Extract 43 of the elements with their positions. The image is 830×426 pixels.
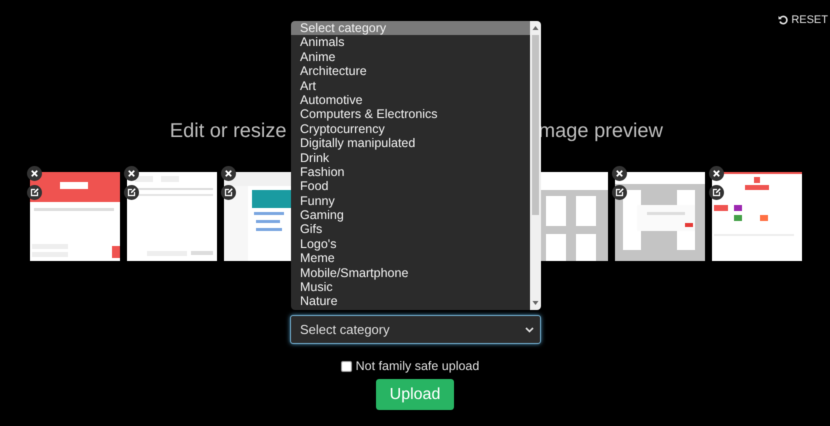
close-icon[interactable] — [221, 166, 236, 181]
edit-icon[interactable] — [221, 185, 236, 200]
category-option[interactable]: Anime — [291, 50, 530, 64]
category-option[interactable]: Nature — [291, 294, 530, 309]
scroll-down-icon[interactable] — [532, 300, 539, 306]
scrollbar-thumb[interactable] — [532, 35, 539, 215]
category-option[interactable]: Music — [291, 280, 530, 294]
category-option[interactable]: Meme — [291, 251, 530, 266]
category-option[interactable]: Funny — [291, 194, 530, 208]
edit-icon[interactable] — [709, 185, 724, 200]
category-option[interactable]: Animals — [291, 35, 530, 50]
category-option[interactable]: Fashion — [291, 164, 530, 180]
edit-icon[interactable] — [124, 185, 139, 200]
close-icon[interactable] — [27, 166, 42, 181]
edit-icon[interactable] — [27, 185, 42, 200]
category-option[interactable]: Automotive — [291, 92, 530, 108]
category-option[interactable]: Digitally manipulated — [291, 136, 530, 151]
category-option[interactable]: Mobile/Smartphone — [291, 266, 530, 280]
checkbox[interactable] — [340, 360, 352, 372]
category-option[interactable]: Drink — [291, 150, 530, 165]
chevron-icon — [525, 326, 534, 332]
close-icon[interactable] — [124, 166, 139, 181]
category-option[interactable]: Food — [291, 179, 530, 194]
category-option[interactable]: Gifs — [291, 222, 530, 237]
close-icon[interactable] — [709, 166, 724, 181]
heading-text: mage preview — [538, 119, 664, 143]
category-option[interactable]: Gaming — [291, 208, 530, 222]
category-listbox[interactable]: Select category Animals Anime Architecture Art Automotive Computers & Electronics Cryptocurrency Digitally manipulated Drink Fashion Food Funny Gaming Gifs Logo's Meme Mobile/Smartphone Music Nature — [291, 21, 541, 310]
close-icon[interactable] — [612, 166, 627, 181]
category-option[interactable]: Architecture — [291, 64, 530, 79]
scrollbar[interactable] — [530, 21, 541, 310]
category-option[interactable]: Cryptocurrency — [291, 122, 530, 136]
category-option[interactable]: Select category — [291, 21, 530, 36]
category-select[interactable]: Select category — [290, 315, 541, 344]
undo-icon — [778, 15, 788, 25]
category-option[interactable]: Art — [291, 78, 530, 93]
checkbox-label: Not family safe upload — [356, 359, 480, 373]
edit-icon[interactable] — [612, 185, 627, 200]
heading-text: Edit or resize — [168, 119, 286, 143]
category-option[interactable]: Computers & Electronics — [291, 107, 530, 122]
category-option[interactable]: Logo's — [291, 236, 530, 252]
scroll-up-icon[interactable] — [532, 25, 539, 31]
reset-button[interactable]: RESET — [778, 12, 828, 28]
